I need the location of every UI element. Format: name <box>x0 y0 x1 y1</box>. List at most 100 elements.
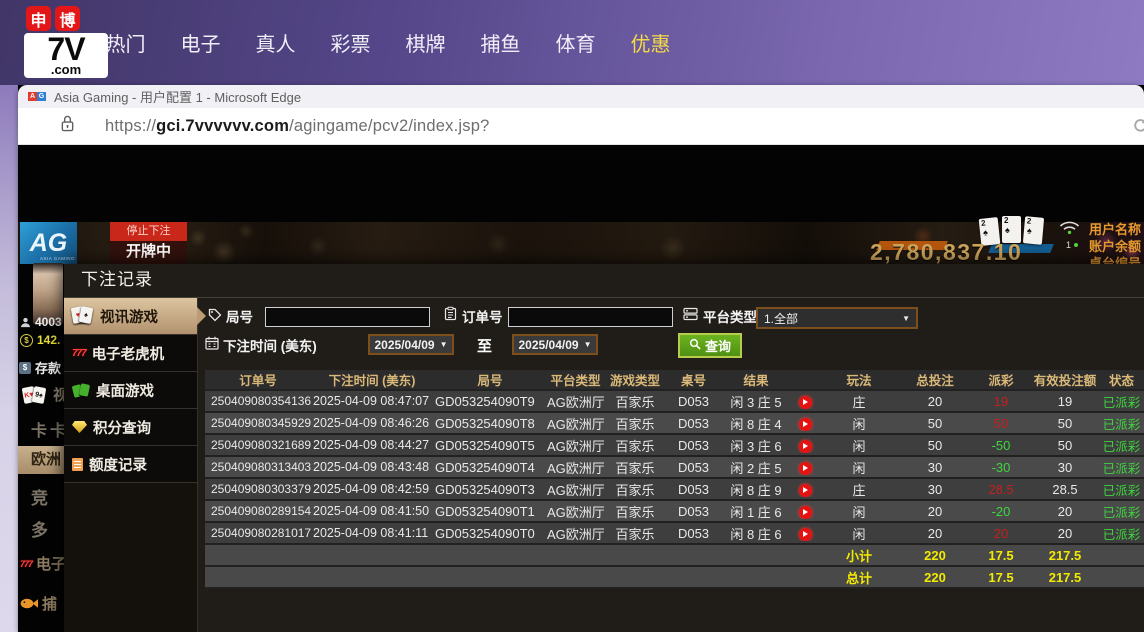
table-row: 250409080345929 2025-04-09 08:46:26 GD05… <box>205 413 1144 435</box>
cell-bet-time: 2025-04-09 08:47:07 <box>311 394 433 408</box>
cell-table-no: D053 <box>666 504 721 519</box>
table-row: 250409080354136 2025-04-09 08:47:07 GD05… <box>205 391 1144 413</box>
cell-valid-bet: 50 <box>1031 438 1099 453</box>
cell-play: 闲 <box>819 458 899 477</box>
cell-replay <box>791 503 819 519</box>
cell-order: 250409080321689 <box>205 438 311 452</box>
cell-bet-time: 2025-04-09 08:41:11 <box>311 526 433 540</box>
bg-menu-slots[interactable]: 777 电子 <box>20 553 66 574</box>
cell-platform: AG欧洲厅 <box>547 436 604 455</box>
bg-menu-duo[interactable]: 多 <box>31 516 48 541</box>
sidebar-item-points-query[interactable]: 积分查询 <box>64 409 197 446</box>
bg-menu-jing[interactable]: 竞 <box>31 484 48 509</box>
col-order: 订单号 <box>205 370 311 389</box>
address-bar[interactable]: https://gci.7vvvvvv.com/agingame/pcv2/in… <box>18 108 1144 145</box>
platform-type-select[interactable]: 1.全部 ▼ <box>756 307 918 329</box>
fish-icon <box>20 597 39 610</box>
replay-icon[interactable] <box>799 528 812 541</box>
window-title: Asia Gaming - 用户配置 1 - Microsoft Edge <box>54 87 301 106</box>
table-row: 250409080313403 2025-04-09 08:43:48 GD05… <box>205 457 1144 479</box>
order-id-label: 订单号 <box>462 306 503 326</box>
table-row: 250409080321689 2025-04-09 08:44:27 GD05… <box>205 435 1144 457</box>
cell-play: 庄 <box>819 392 899 411</box>
order-id-input[interactable] <box>508 307 673 327</box>
dealing-status: 开牌中 <box>110 241 187 264</box>
nav-item-live[interactable]: 真人 <box>238 28 313 57</box>
chevron-down-icon: ▼ <box>584 340 592 349</box>
replay-icon[interactable] <box>799 462 812 475</box>
cell-game-type: 百家乐 <box>604 436 666 455</box>
cell-payout: -30 <box>971 460 1031 475</box>
sidebar-item-video-games[interactable]: ♥♠ 视讯游戏 <box>64 298 197 335</box>
green-dot-icon <box>1074 243 1078 247</box>
nav-item-sports[interactable]: 体育 <box>538 28 613 57</box>
replay-icon[interactable] <box>799 440 812 453</box>
subtotal-valid-bet: 217.5 <box>1031 548 1099 563</box>
playing-card: 2♠ <box>1023 216 1044 245</box>
replay-icon[interactable] <box>799 506 812 519</box>
search-icon <box>689 338 701 353</box>
cell-platform: AG欧洲厅 <box>547 502 604 521</box>
table-row: 250409080289154 2025-04-09 08:41:50 GD05… <box>205 501 1144 523</box>
window-titlebar[interactable]: AG Asia Gaming - 用户配置 1 - Microsoft Edge <box>18 85 1144 108</box>
panel-sidebar: ♥♠ 视讯游戏 777 电子老虎机 桌面游戏 积分查询 <box>64 298 198 632</box>
cell-order: 250409080313403 <box>205 460 311 474</box>
ag-logo-text: AG <box>30 231 68 256</box>
nav-item-fishing[interactable]: 捕鱼 <box>463 28 538 57</box>
bet-time-label: 下注时间 (美东) <box>223 335 317 355</box>
window-favicon-icon: AG <box>28 92 46 101</box>
col-play: 玩法 <box>819 370 899 389</box>
cell-play: 闲 <box>819 524 899 543</box>
cell-replay <box>791 525 819 541</box>
nav-item-promos[interactable]: 优惠 <box>613 28 688 57</box>
date-to-select[interactable]: 2025/04/09 ▼ <box>512 334 598 355</box>
search-button[interactable]: 查询 <box>678 333 742 358</box>
calendar-icon <box>205 336 219 355</box>
cell-round: GD053254090T3 <box>433 482 547 497</box>
nav-item-lottery[interactable]: 彩票 <box>313 28 388 57</box>
sidebar-item-table-games[interactable]: 桌面游戏 <box>64 372 197 409</box>
bet-table: 订单号 下注时间 (美东) 局号 平台类型 游戏类型 桌号 结果 玩法 总投注 … <box>205 370 1144 589</box>
ag-logo: AG ASIA GAMING <box>20 222 77 264</box>
nav-item-boardgames[interactable]: 棋牌 <box>388 28 463 57</box>
browser-window: AG Asia Gaming - 用户配置 1 - Microsoft Edge… <box>18 85 1144 632</box>
replay-icon[interactable] <box>799 418 812 431</box>
cell-valid-bet: 28.5 <box>1031 482 1099 497</box>
sidebar-item-slot-machines[interactable]: 777 电子老虎机 <box>64 335 197 372</box>
chevron-down-icon: ▼ <box>440 340 448 349</box>
round-id-input[interactable] <box>265 307 430 327</box>
cell-total-bet: 20 <box>899 504 971 519</box>
cell-status: 已派彩 <box>1099 502 1144 521</box>
bg-menu-video[interactable]: K♥9♠ 视 <box>23 384 68 406</box>
ag-logo-subtext: ASIA GAMING <box>40 256 75 261</box>
nav-item-slots[interactable]: 电子 <box>163 28 238 57</box>
replay-icon[interactable] <box>799 484 812 497</box>
deposit-link[interactable]: $ 存款 <box>19 358 61 377</box>
cell-replay <box>791 481 819 497</box>
col-result: 结果 <box>721 370 791 389</box>
cell-game-type: 百家乐 <box>604 524 666 543</box>
cell-round: GD053254090T8 <box>433 416 547 431</box>
date-from-select[interactable]: 2025/04/09 ▼ <box>368 334 454 355</box>
slot-icon: 777 <box>20 559 32 569</box>
points-gem-icon <box>72 421 87 433</box>
cell-result: 闲 1 庄 6 <box>721 502 791 521</box>
search-button-label: 查询 <box>705 336 731 355</box>
balance-mini-value: 142. <box>37 333 60 347</box>
sidebar-item-quota-records[interactable]: 额度记录 <box>64 446 197 483</box>
cell-total-bet: 20 <box>899 394 971 409</box>
reload-icon[interactable] <box>1132 117 1144 139</box>
grand-total-total-bet: 220 <box>899 570 971 585</box>
platform-icon <box>683 307 698 326</box>
date-to-connector: 至 <box>477 335 492 356</box>
cell-valid-bet: 50 <box>1031 416 1099 431</box>
nav-item-hot[interactable]: 热门 <box>88 28 163 57</box>
col-round: 局号 <box>433 370 547 389</box>
cell-bet-time: 2025-04-09 08:46:26 <box>311 416 433 430</box>
deposit-label: 存款 <box>35 358 61 377</box>
cell-total-bet: 30 <box>899 482 971 497</box>
bg-menu-fishing[interactable]: 捕 <box>20 593 57 614</box>
col-game-type: 游戏类型 <box>604 370 666 389</box>
url-text[interactable]: https://gci.7vvvvvv.com/agingame/pcv2/in… <box>105 117 489 136</box>
replay-icon[interactable] <box>799 396 812 409</box>
